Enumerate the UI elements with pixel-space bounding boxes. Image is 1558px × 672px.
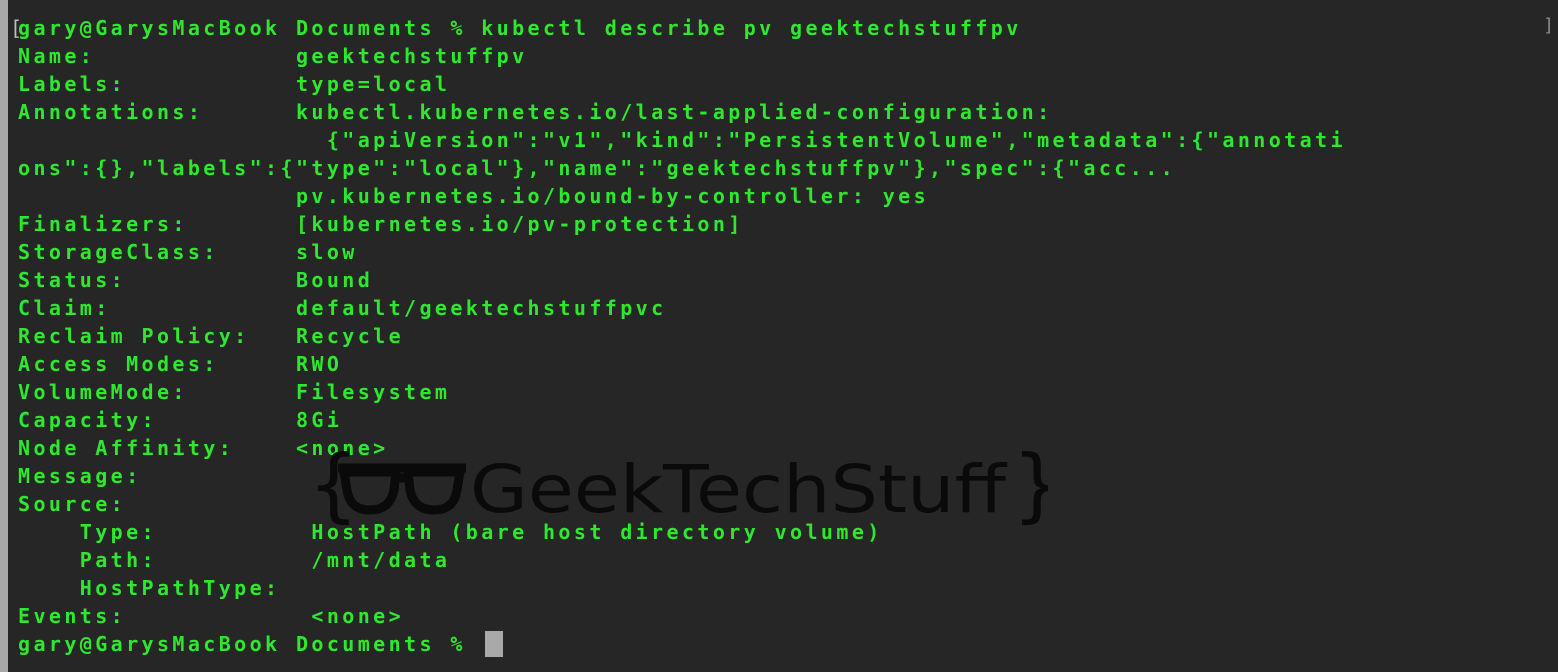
final-prompt-line[interactable]: gary@GarysMacBook Documents % <box>18 630 1346 658</box>
output-line-hostpathtype: HostPathType: <box>18 576 281 600</box>
right-bracket-marker: ] <box>1543 15 1554 36</box>
output-line-events: Events: <none> <box>18 604 405 628</box>
output-line-capacity: Capacity: 8Gi <box>18 408 343 432</box>
geektechstuff-watermark: { GeekTechStuff } <box>308 448 1048 530</box>
output-line-source-path: Path: /mnt/data <box>18 548 451 572</box>
output-line-annotation-json-1: {"apiVersion":"v1","kind":"PersistentVol… <box>18 128 1346 152</box>
terminal-output: gary@GarysMacBook Documents % kubectl de… <box>18 14 1346 658</box>
output-line-access-modes: Access Modes: RWO <box>18 352 343 376</box>
text-cursor <box>485 630 504 657</box>
output-line-claim: Claim: default/geektechstuffpvc <box>18 296 667 320</box>
output-line-status: Status: Bound <box>18 268 374 292</box>
final-prompt: gary@GarysMacBook Documents % <box>18 632 482 656</box>
output-line-volumemode: VolumeMode: Filesystem <box>18 380 451 404</box>
watermark-text: GeekTechStuff <box>470 451 1008 528</box>
output-line-finalizers: Finalizers: [kubernetes.io/pv-protection… <box>18 212 744 236</box>
output-line-reclaim-policy: Reclaim Policy: Recycle <box>18 324 405 348</box>
watermark-close-brace: } <box>1012 448 1048 530</box>
output-line-labels: Labels: type=local <box>18 72 451 96</box>
output-line-annotation-json-2: ons":{},"labels":{"type":"local"},"name"… <box>18 156 1177 180</box>
output-line-annotations: Annotations: kubectl.kubernetes.io/last-… <box>18 100 1053 124</box>
command-line: gary@GarysMacBook Documents % kubectl de… <box>18 16 1022 40</box>
output-line-name: Name: geektechstuffpv <box>18 44 528 68</box>
output-line-bound-by-controller: pv.kubernetes.io/bound-by-controller: ye… <box>18 184 930 208</box>
terminal-window[interactable]: [ ] gary@GarysMacBook Documents % kubect… <box>8 0 1558 672</box>
output-line-storageclass: StorageClass: slow <box>18 240 358 264</box>
